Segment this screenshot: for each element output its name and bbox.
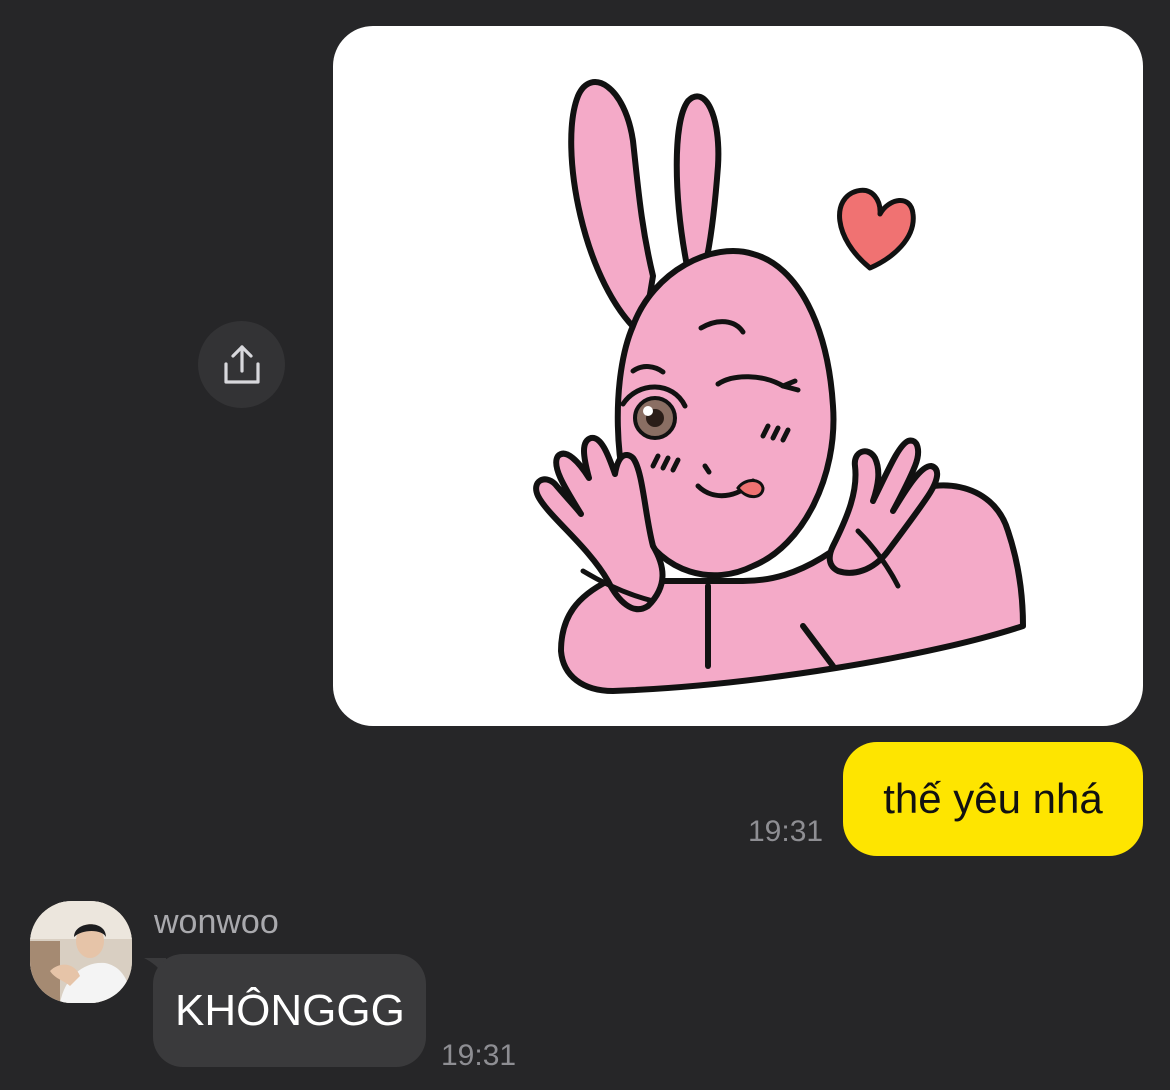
- outgoing-message-text: thế yêu nhá: [883, 775, 1103, 822]
- avatar[interactable]: [30, 901, 132, 1003]
- avatar-photo: [30, 901, 132, 1003]
- share-button[interactable]: [198, 321, 285, 408]
- outgoing-message-bubble[interactable]: thế yêu nhá: [843, 742, 1143, 856]
- pink-rabbit-wink-sticker: [533, 79, 1026, 694]
- incoming-message-bubble[interactable]: KHÔNGGG: [153, 954, 426, 1067]
- incoming-timestamp: 19:31: [441, 1039, 517, 1072]
- sticker-message[interactable]: [333, 26, 1143, 726]
- chat-window: 19:31 thế yêu nhá wonwoo KHÔNGGG 19:31: [0, 0, 1170, 1090]
- incoming-message-text: KHÔNGGG: [175, 985, 405, 1035]
- sender-name: wonwoo: [154, 903, 279, 941]
- outgoing-timestamp: 19:31: [748, 815, 824, 848]
- share-icon: [223, 344, 260, 384]
